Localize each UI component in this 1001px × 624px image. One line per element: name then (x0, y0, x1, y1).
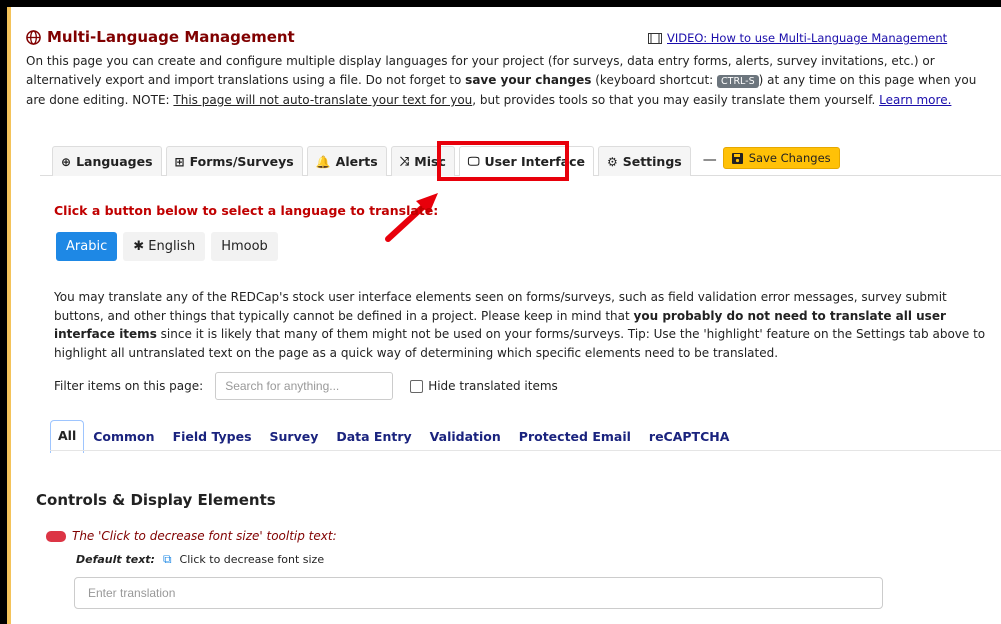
translation-input[interactable] (74, 577, 883, 609)
language-button-hmoob[interactable]: Hmoob (211, 232, 278, 261)
category-tabs: All Common Field Types Survey Data Entry… (50, 420, 738, 453)
filter-label: Filter items on this page: (54, 379, 204, 393)
keyboard-shortcut-badge: CTRL-S (717, 74, 759, 88)
subtab-validation[interactable]: Validation (421, 423, 510, 450)
globe-icon: ⊕ (61, 154, 72, 169)
learn-more-link[interactable]: Learn more. (879, 93, 951, 107)
language-button-english[interactable]: ✱ English (123, 232, 206, 261)
globe-icon (26, 29, 41, 45)
select-language-label: Click a button below to select a languag… (54, 203, 439, 218)
section-title: Controls & Display Elements (36, 491, 276, 509)
subtab-field-types[interactable]: Field Types (164, 423, 261, 450)
subtab-protected-email[interactable]: Protected Email (510, 423, 640, 450)
tab-alerts[interactable]: 🔔 Alerts (306, 146, 387, 176)
intro-text: On this page you can create and configur… (26, 54, 977, 107)
untranslated-pill-icon (46, 530, 66, 542)
tab-settings[interactable]: ⚙ Settings (597, 146, 691, 176)
table-icon: ⊞ (174, 154, 185, 169)
tab-languages[interactable]: ⊕ Languages (52, 146, 162, 176)
ui-description: You may translate any of the REDCap's st… (54, 290, 986, 360)
subtab-all[interactable]: All (50, 420, 85, 453)
search-input[interactable] (215, 372, 394, 400)
subtab-divider (50, 450, 1001, 451)
item-label: The 'Click to decrease font size' toolti… (46, 529, 337, 543)
page-title: Multi-Language Management (26, 28, 295, 46)
copy-icon[interactable]: ⧉ (163, 552, 172, 567)
filter-row: Filter items on this page: Hide translat… (54, 372, 558, 400)
save-changes-button[interactable]: Save Changes (722, 147, 840, 169)
subtab-data-entry[interactable]: Data Entry (327, 423, 420, 450)
hide-translated-checkbox[interactable]: Hide translated items (410, 379, 558, 393)
highlight-box (437, 141, 569, 181)
language-buttons: Arabic ✱ English Hmoob (56, 232, 278, 261)
gear-icon: ⚙ (606, 154, 618, 169)
bell-icon: 🔔 (315, 154, 331, 169)
shuffle-icon: ⤨ (399, 154, 410, 168)
default-text-row: Default text: ⧉ Click to decrease font s… (76, 552, 325, 567)
language-button-arabic[interactable]: Arabic (56, 232, 118, 261)
subtab-recaptcha[interactable]: reCAPTCHA (640, 423, 739, 450)
save-icon (731, 152, 743, 164)
separator-dash: — (702, 152, 717, 168)
video-link[interactable]: VIDEO: How to use Multi-Language Managem… (648, 31, 947, 45)
film-icon (648, 32, 662, 44)
checkbox-icon (410, 379, 424, 393)
subtab-survey[interactable]: Survey (261, 423, 328, 450)
subtab-common[interactable]: Common (84, 423, 163, 450)
tab-forms-surveys[interactable]: ⊞ Forms/Surveys (165, 146, 303, 176)
